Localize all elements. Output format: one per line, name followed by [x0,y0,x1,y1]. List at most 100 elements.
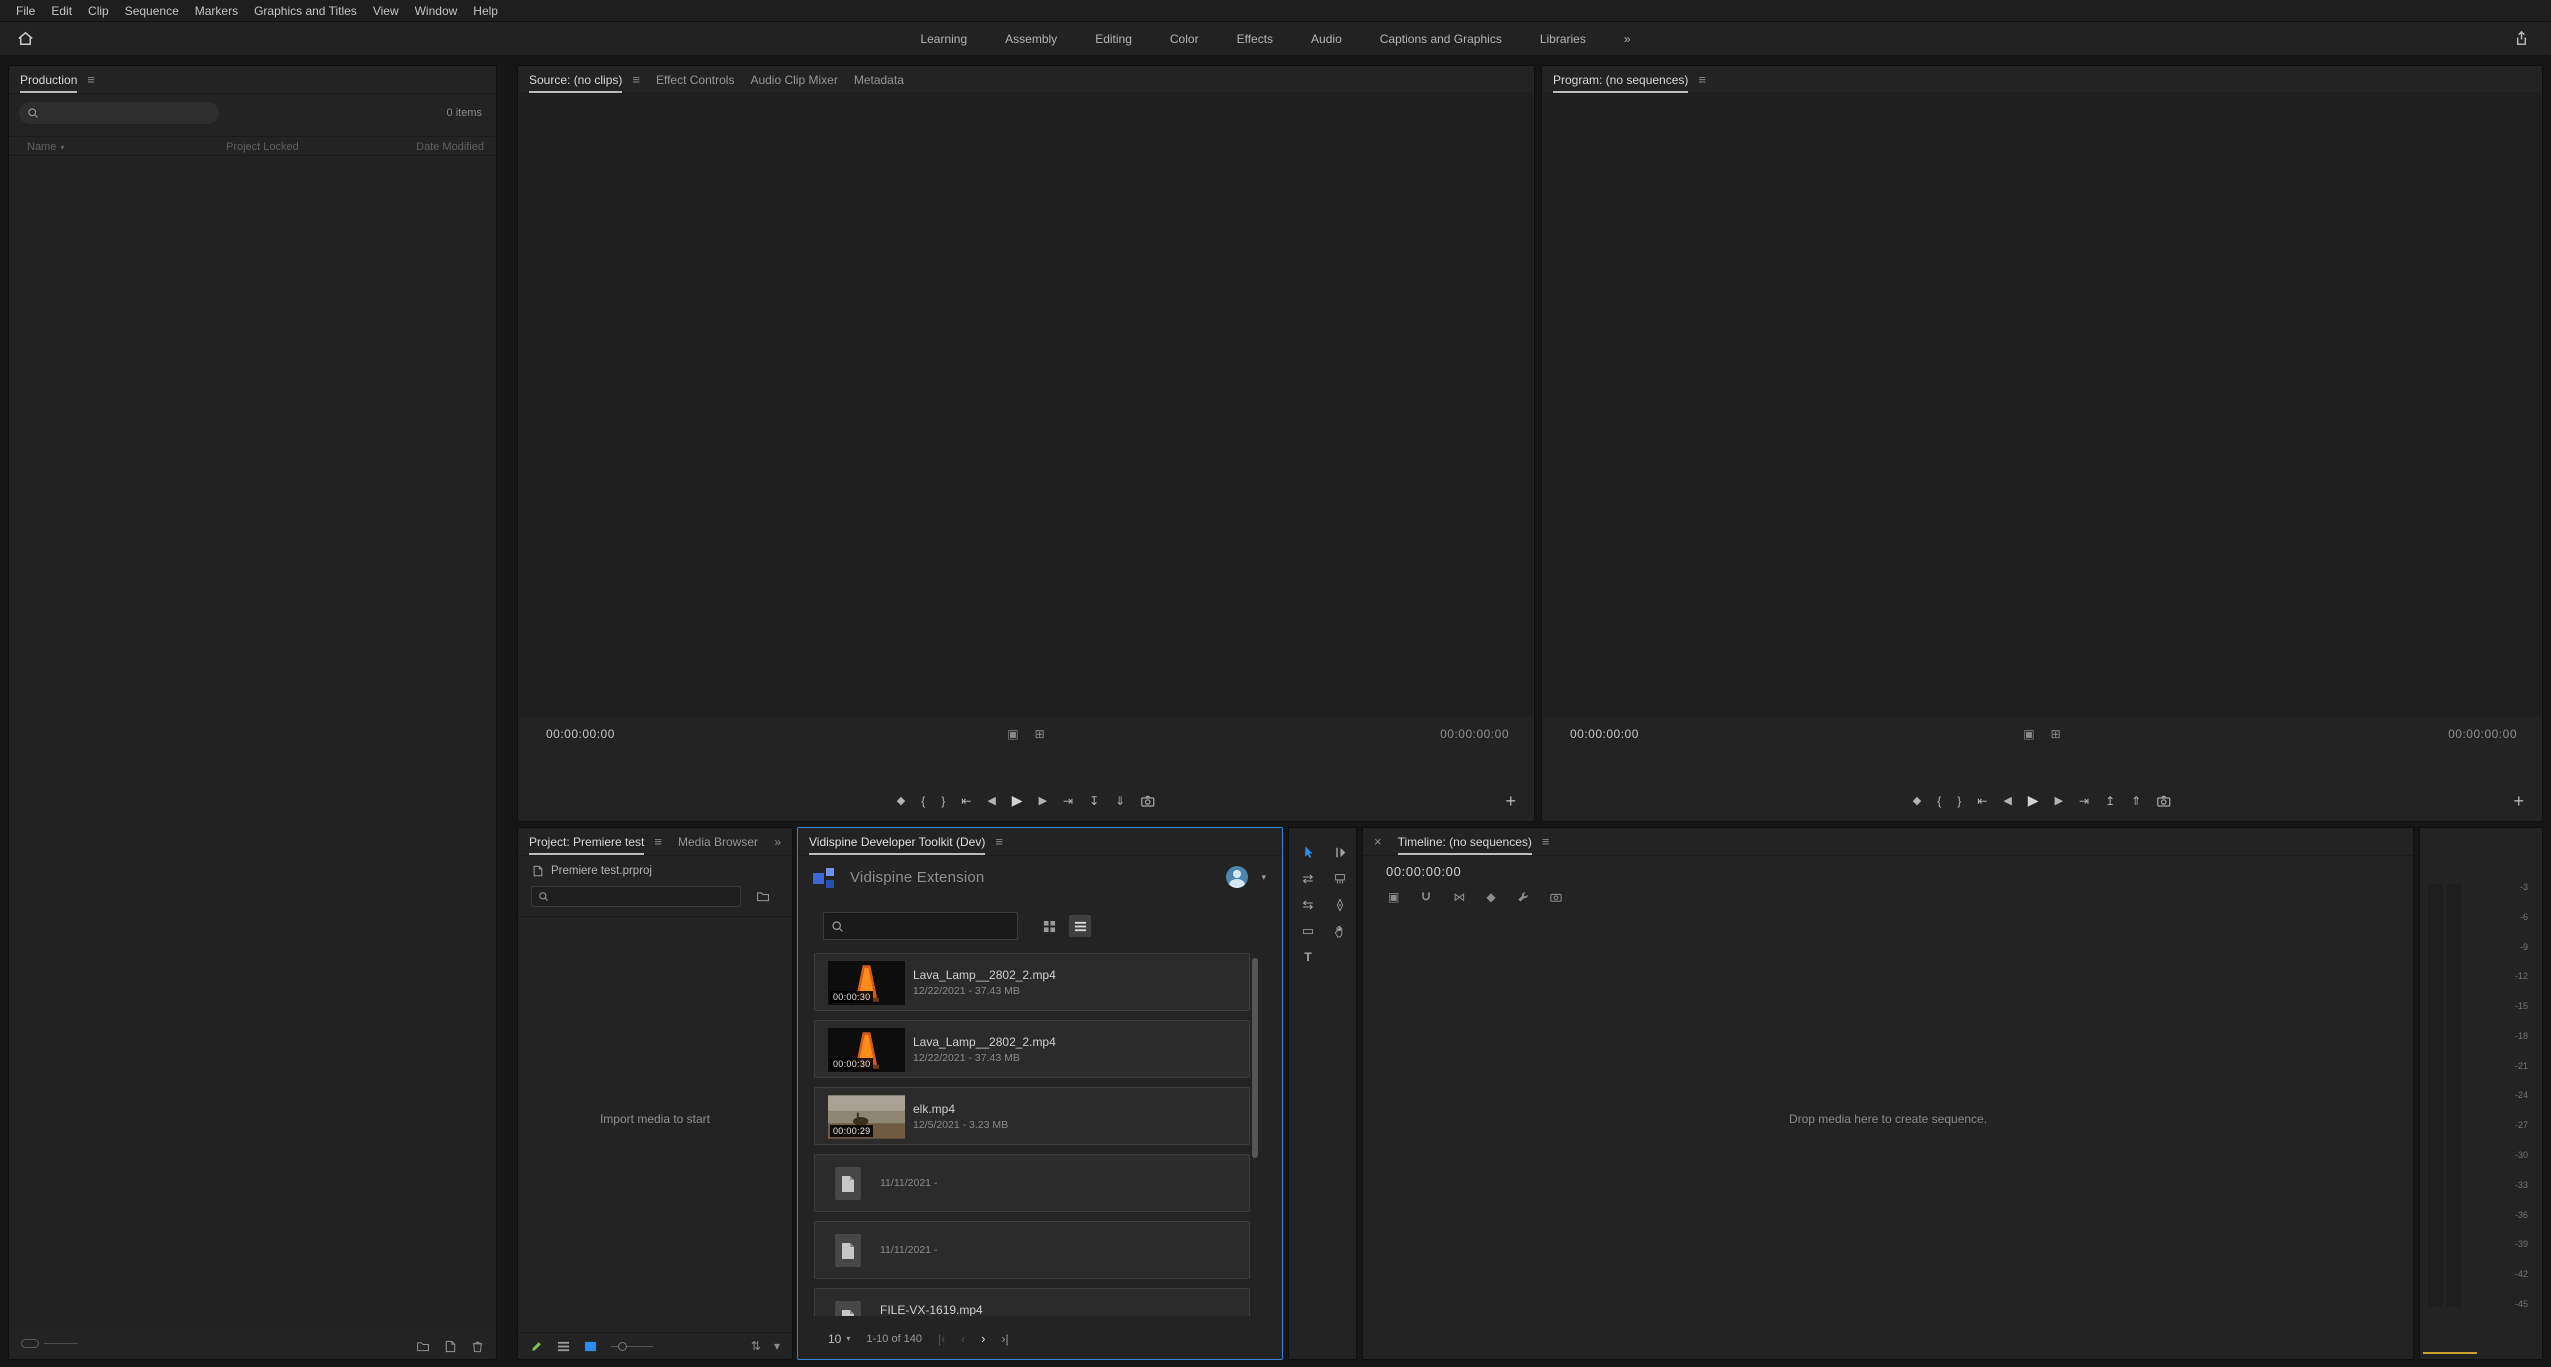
column-project-locked[interactable]: Project Locked [226,137,299,157]
linked-selection-icon[interactable]: ⋈ [1453,890,1465,904]
project-file-item[interactable]: Premiere test.prproj [532,865,652,877]
pager-next-button[interactable]: › [981,1331,985,1346]
workspace-tab-learning[interactable]: Learning [920,32,967,46]
export-frame-icon[interactable] [2157,794,2171,808]
menu-markers[interactable]: Markers [187,4,246,18]
user-avatar[interactable] [1226,866,1248,888]
media-list-item[interactable]: 00:00:29 elk.mp4 12/5/2021 - 3.23 MB [814,1087,1250,1145]
play-button[interactable]: ▶ [2028,792,2039,809]
overwrite-button[interactable]: ⇓ [1115,794,1125,808]
media-list-item[interactable]: 11/11/2021 - [814,1221,1250,1279]
timeline-settings-wrench-icon[interactable] [1517,891,1529,903]
razor-tool[interactable] [1327,867,1353,890]
panel-menu-icon[interactable]: ≡ [654,834,662,849]
fit-zoom-icon[interactable]: ⊞ [1035,727,1045,741]
production-search-input[interactable] [45,107,199,119]
program-timecode-current[interactable]: 00:00:00:00 [1570,727,1639,741]
type-tool[interactable]: T [1295,945,1321,968]
media-list-item[interactable]: 11/11/2021 - [814,1154,1250,1212]
workspace-tab-effects[interactable]: Effects [1237,32,1273,46]
rectangle-tool[interactable]: ▭ [1295,919,1321,942]
go-to-out-button[interactable]: ⇥ [2079,794,2089,808]
mark-out-button[interactable]: } [1957,794,1961,808]
workspace-tab-audio[interactable]: Audio [1311,32,1342,46]
tab-effect-controls[interactable]: Effect Controls [656,66,734,93]
go-to-in-button[interactable]: ⇤ [1977,794,1987,808]
scrollbar[interactable] [1252,958,1258,1158]
tab-audio-clip-mixer[interactable]: Audio Clip Mixer [750,66,837,93]
output-settings-icon[interactable]: ▣ [1007,727,1018,741]
production-search[interactable] [19,102,219,124]
snap-icon[interactable] [1420,891,1432,903]
menu-window[interactable]: Window [407,4,466,18]
track-select-forward-tool[interactable] [1327,841,1353,864]
output-settings-icon[interactable]: ▣ [2023,727,2034,741]
icon-view-icon[interactable] [584,1340,597,1353]
sort-icon[interactable]: ⇅ [751,1339,761,1353]
add-marker-icon[interactable]: ◆ [897,794,905,807]
menu-graphics-and-titles[interactable]: Graphics and Titles [246,4,365,18]
home-icon[interactable] [16,29,35,48]
step-back-button[interactable]: ◀ [987,794,995,807]
column-name[interactable]: Name▾ [27,137,64,158]
pager-prev-button[interactable]: ‹ [961,1332,965,1346]
column-date-modified[interactable]: Date Modified [416,137,484,157]
mark-in-button[interactable]: { [921,794,925,808]
workspace-tab-color[interactable]: Color [1170,32,1199,46]
media-search-input[interactable] [850,920,999,932]
panel-menu-icon[interactable]: ≡ [1698,72,1706,87]
button-editor-icon[interactable]: + [2513,792,2524,810]
media-list-item[interactable]: 00:00:30 Lava_Lamp__2802_2.mp4 12/22/202… [814,953,1250,1011]
add-marker-icon[interactable]: ◆ [1486,890,1495,904]
menu-edit[interactable]: Edit [43,4,80,18]
zoom-knob[interactable] [618,1342,627,1351]
go-to-out-button[interactable]: ⇥ [1063,794,1073,808]
media-list-item[interactable]: 00:00:30 Lava_Lamp__2802_2.mp4 12/22/202… [814,1020,1250,1078]
media-list-item[interactable]: FILE-VX-1619.mp4 11/8/2021 - [814,1288,1250,1316]
step-forward-button[interactable]: ▶ [1039,794,1047,807]
tab-production[interactable]: Production [20,66,77,93]
quick-export-icon[interactable] [2512,29,2531,48]
grid-view-icon[interactable] [1038,915,1060,937]
menu-file[interactable]: File [8,4,43,18]
zoom-knob[interactable] [21,1339,39,1348]
timeline-timecode[interactable]: 00:00:00:00 [1386,864,1461,879]
menu-view[interactable]: View [365,4,407,18]
lift-button[interactable]: ↥ [2105,794,2115,808]
delete-icon[interactable] [471,1340,484,1353]
fit-zoom-icon[interactable]: ⊞ [2051,727,2061,741]
menu-sequence[interactable]: Sequence [117,4,187,18]
tab-program[interactable]: Program: (no sequences) [1553,66,1688,93]
hand-tool[interactable] [1327,919,1353,942]
list-view-icon[interactable] [557,1340,570,1353]
new-bin-icon[interactable] [416,1339,430,1353]
export-frame-icon[interactable] [1141,794,1155,808]
panel-overflow-button[interactable]: » [774,835,781,849]
slip-tool[interactable]: ⇆ [1295,893,1321,916]
insert-button[interactable]: ↧ [1089,794,1099,808]
project-search[interactable] [531,886,741,907]
panel-menu-icon[interactable]: ≡ [87,72,95,87]
workspace-tab-libraries[interactable]: Libraries [1540,32,1586,46]
step-forward-button[interactable]: ▶ [2055,794,2063,807]
tab-source[interactable]: Source: (no clips) [529,66,622,93]
workspace-overflow-button[interactable]: » [1624,32,1631,46]
mark-out-button[interactable]: } [941,794,945,808]
tab-media-browser[interactable]: Media Browser [678,828,758,855]
menu-clip[interactable]: Clip [80,4,117,18]
panel-menu-icon[interactable]: ≡ [1542,834,1550,849]
page-size-select[interactable]: 10 ▾ [828,1332,850,1346]
step-back-button[interactable]: ◀ [2003,794,2011,807]
add-marker-icon[interactable]: ◆ [1913,794,1921,807]
new-item-icon[interactable] [444,1340,457,1353]
go-to-in-button[interactable]: ⇤ [961,794,971,808]
nest-toggle-icon[interactable]: ▣ [1388,890,1399,904]
play-button[interactable]: ▶ [1012,792,1023,809]
tab-vidispine-toolkit[interactable]: Vidispine Developer Toolkit (Dev) [809,828,985,855]
workspace-tab-captions-and-graphics[interactable]: Captions and Graphics [1380,32,1502,46]
pager-last-button[interactable]: ›| [1002,1332,1009,1346]
list-view-icon[interactable] [1069,915,1091,937]
media-search[interactable] [823,912,1018,940]
extract-button[interactable]: ⇑ [2131,794,2141,808]
pen-tool[interactable] [1327,893,1353,916]
